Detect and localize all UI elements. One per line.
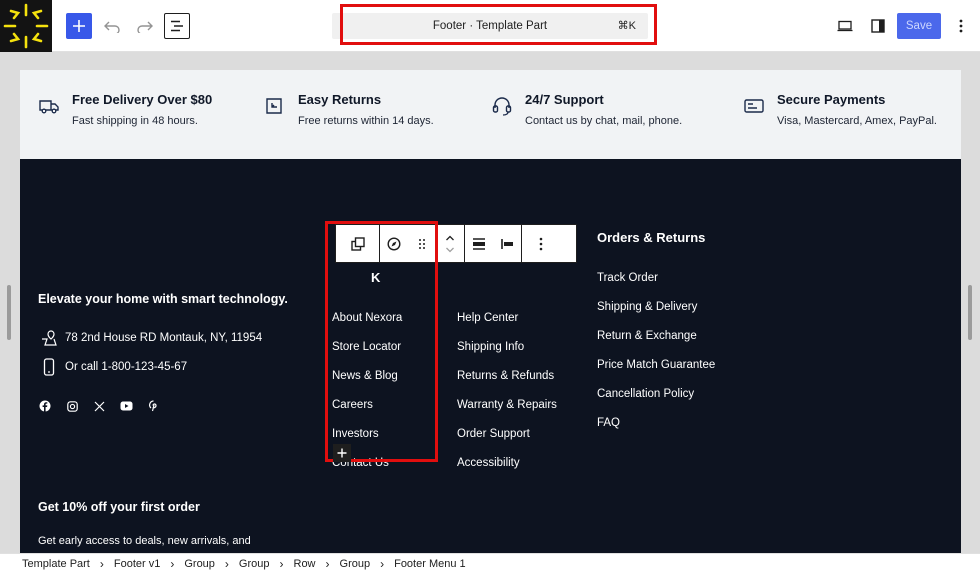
block-options-button[interactable]	[522, 225, 560, 262]
more-options-icon	[539, 237, 543, 250]
plus-icon	[73, 20, 85, 32]
phone-icon	[38, 357, 60, 377]
save-button[interactable]: Save	[897, 13, 941, 39]
feature-title: 24/7 Support	[525, 92, 604, 107]
block-toolbar-layout-group	[465, 225, 522, 262]
phone-text: Or call 1-800-123-45-67	[65, 361, 188, 373]
feature-desc: Visa, Mastercard, Amex, PayPal.	[777, 115, 937, 127]
justification-button[interactable]	[465, 225, 493, 262]
desktop-preview-icon	[837, 20, 853, 32]
options-menu-button[interactable]	[948, 13, 974, 39]
move-up-down-icon	[446, 235, 454, 252]
feature-desc: Contact us by chat, mail, phone.	[525, 115, 683, 127]
selected-block-highlight	[325, 221, 438, 462]
map-pin-icon	[38, 328, 60, 348]
youtube-icon[interactable]	[119, 399, 133, 413]
undo-icon	[104, 21, 120, 33]
align-button[interactable]	[493, 225, 521, 262]
breadcrumb-item[interactable]: Template Part	[22, 558, 90, 570]
feature-desc: Fast shipping in 48 hours.	[72, 115, 198, 127]
chevron-right-icon: ›	[325, 556, 330, 571]
feature-title: Easy Returns	[298, 92, 382, 107]
block-breadcrumb: Template Part › Footer v1 › Group › Grou…	[0, 553, 980, 573]
editor-canvas[interactable]: Free Delivery Over $80 Fast shipping in …	[20, 70, 961, 553]
redo-icon	[137, 21, 153, 33]
redo-button[interactable]	[132, 13, 158, 39]
menu-link[interactable]: Warranty & Repairs	[457, 399, 557, 411]
chevron-right-icon: ›	[279, 556, 284, 571]
instagram-icon[interactable]	[65, 399, 79, 413]
device-preview-button[interactable]	[832, 13, 858, 39]
breadcrumb-item[interactable]: Group	[184, 558, 215, 570]
menu-link[interactable]: Return & Exchange	[597, 330, 697, 342]
footer-tagline[interactable]: Elevate your home with smart technology.	[38, 292, 288, 306]
document-bar-highlight	[340, 4, 657, 45]
document-overview-button[interactable]	[164, 13, 190, 39]
chevron-right-icon: ›	[99, 556, 104, 571]
sidebar-toggle-icon	[871, 19, 885, 33]
move-up-down-button[interactable]	[436, 225, 464, 262]
address-text: 78 2nd House RD Montauk, NY, 11954	[65, 332, 263, 344]
feature-desc: Free returns within 14 days.	[298, 115, 434, 127]
menu-link[interactable]: Shipping Info	[457, 341, 524, 353]
features-bar: Free Delivery Over $80 Fast shipping in …	[20, 70, 961, 159]
sunburst-logo-icon[interactable]	[0, 0, 52, 52]
block-toolbar-options-group	[522, 225, 560, 262]
menu-link[interactable]: Cancellation Policy	[597, 388, 694, 400]
social-links	[38, 399, 173, 413]
breadcrumb-item-current: Footer Menu 1	[394, 557, 466, 570]
menu-link[interactable]: FAQ	[597, 417, 620, 429]
chevron-right-icon: ›	[224, 556, 229, 571]
menu-link[interactable]: Shipping & Delivery	[597, 301, 697, 313]
menu-heading: Orders & Returns	[597, 230, 706, 245]
settings-sidebar-button[interactable]	[865, 13, 891, 39]
canvas-resize-handle-right[interactable]	[968, 285, 972, 340]
breadcrumb-item[interactable]: Group	[340, 558, 371, 570]
breadcrumb-item[interactable]: Footer v1	[114, 558, 160, 570]
return-box-icon	[263, 95, 285, 117]
canvas-resize-handle-left[interactable]	[7, 285, 11, 340]
menu-link[interactable]: Returns & Refunds	[457, 370, 554, 382]
facebook-icon[interactable]	[38, 399, 52, 413]
credit-card-icon	[743, 95, 765, 117]
chevron-right-icon: ›	[380, 556, 385, 571]
address-row[interactable]: 78 2nd House RD Montauk, NY, 11954	[38, 328, 262, 348]
add-block-button[interactable]	[66, 13, 92, 39]
menu-link[interactable]: Price Match Guarantee	[597, 359, 715, 371]
chevron-right-icon: ›	[170, 556, 175, 571]
menu-link[interactable]: Accessibility	[457, 457, 520, 469]
align-left-icon	[501, 238, 513, 249]
feature-title: Free Delivery Over $80	[72, 92, 213, 107]
breadcrumb-item[interactable]: Row	[294, 558, 316, 570]
menu-link[interactable]: Track Order	[597, 272, 658, 284]
truck-icon	[38, 95, 60, 117]
editor-header: Footer · Template Part ⌘K Save	[0, 0, 980, 52]
breadcrumb-item[interactable]: Group	[239, 558, 270, 570]
list-view-icon	[171, 20, 183, 32]
menu-link[interactable]: Help Center	[457, 312, 518, 324]
headset-icon	[491, 95, 513, 117]
menu-link[interactable]: Order Support	[457, 428, 530, 440]
newsletter-title[interactable]: Get 10% off your first order	[38, 500, 200, 514]
plus-icon	[337, 448, 347, 458]
block-appender-button[interactable]	[333, 444, 351, 462]
justify-icon	[473, 237, 485, 250]
feature-title: Secure Payments	[777, 92, 886, 107]
pinterest-icon[interactable]	[146, 399, 160, 413]
newsletter-description[interactable]: Get early access to deals, new arrivals,…	[38, 535, 251, 547]
vertical-ellipsis-icon	[959, 19, 963, 33]
phone-row[interactable]: Or call 1-800-123-45-67	[38, 357, 187, 377]
undo-button[interactable]	[99, 13, 125, 39]
x-icon[interactable]	[92, 399, 106, 413]
